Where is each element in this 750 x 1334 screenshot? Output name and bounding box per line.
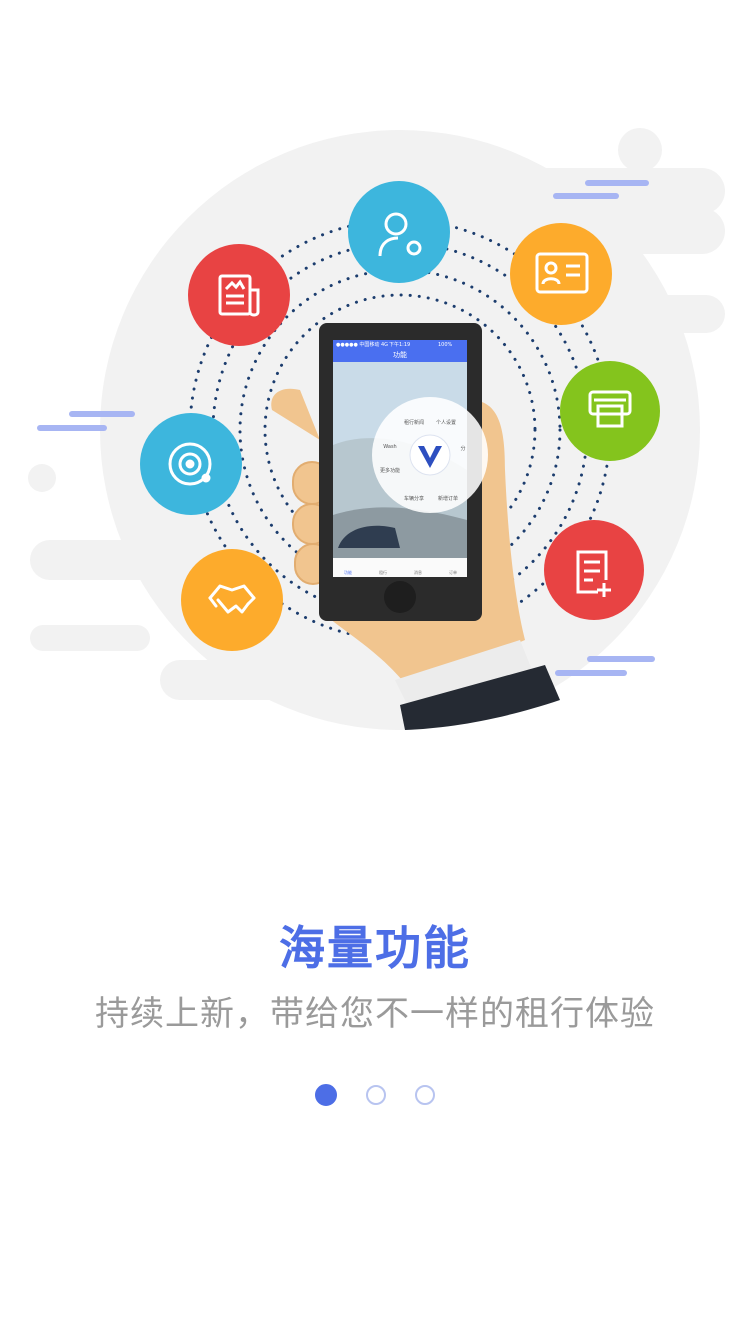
- phone-tab-order[interactable]: 订单: [449, 569, 457, 575]
- phone-tab-message[interactable]: 消息: [414, 569, 422, 575]
- page-indicator: [0, 1084, 750, 1108]
- phone-menu-news[interactable]: 租行新闻: [404, 419, 424, 426]
- onboarding-title: 海量功能: [279, 921, 471, 975]
- handshake-bubble: [181, 549, 283, 651]
- onboarding-subtitle: 持续上新，带给您不一样的租行体验: [95, 994, 655, 1034]
- phone-menu-share[interactable]: 车辆分享: [404, 495, 424, 502]
- page-dot-2[interactable]: [366, 1085, 386, 1105]
- onboarding-illustration: ●●●●● 中国移动 4G 下午1:19 100% 功能 租行新闻 个人设置 W…: [28, 128, 725, 730]
- phone-menu-cut: 分: [460, 445, 465, 452]
- phone-tab-bar: [333, 558, 467, 577]
- printer-bubble: [560, 361, 660, 461]
- phone-menu-order[interactable]: 新增订单: [438, 495, 458, 502]
- phone-menu-wash[interactable]: Wash: [383, 444, 396, 450]
- new-order-bubble: [544, 520, 644, 620]
- phone-status-battery: 100%: [438, 342, 453, 348]
- phone-tab-rent[interactable]: 租行: [379, 569, 387, 575]
- id-card-bubble: [510, 223, 612, 325]
- target-bubble: [140, 413, 242, 515]
- phone-menu-settings[interactable]: 个人设置: [436, 419, 456, 426]
- news-bubble: [188, 244, 290, 346]
- phone-tab-function[interactable]: 功能: [344, 569, 352, 575]
- phone-status-time: 下午1:19: [389, 341, 410, 348]
- phone-header-title: 功能: [393, 350, 407, 359]
- page-dot-1[interactable]: [314, 1084, 337, 1106]
- page-dot-3[interactable]: [415, 1085, 436, 1105]
- phone-home-button: [384, 581, 416, 613]
- user-bubble: [348, 181, 450, 283]
- phone: ●●●●● 中国移动 4G 下午1:19 100% 功能 租行新闻 个人设置 W…: [319, 323, 488, 621]
- phone-status-carrier: ●●●●● 中国移动 4G: [336, 341, 388, 348]
- phone-menu-more[interactable]: 更多功能: [380, 467, 400, 474]
